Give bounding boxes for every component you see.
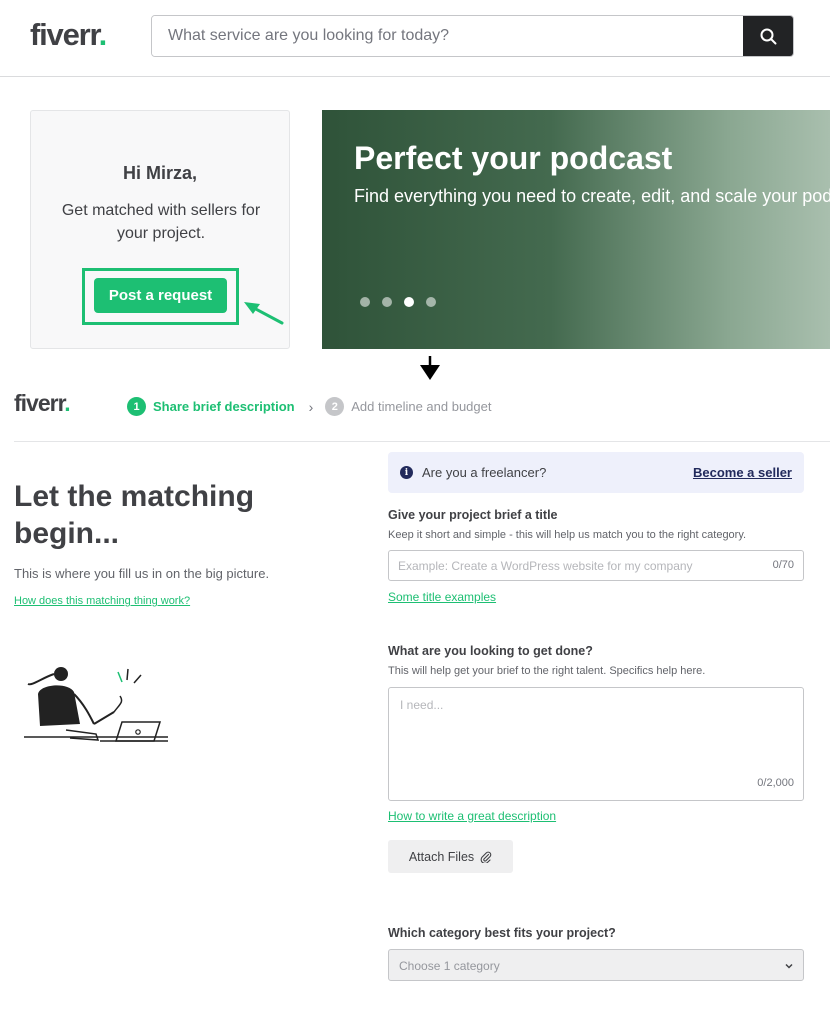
banner-title: Perfect your podcast [354, 140, 673, 176]
step-number: 1 [127, 397, 146, 416]
description-guide-link[interactable]: How to write a great description [388, 809, 556, 823]
progress-steps: 1 Share brief description › 2 Add timeli… [127, 397, 491, 416]
carousel-dot-active[interactable] [404, 297, 414, 307]
carousel-dot[interactable] [382, 297, 392, 307]
freelancer-question: Are you a freelancer? [422, 465, 547, 480]
title-examples-link[interactable]: Some title examples [388, 590, 496, 604]
search-bar [151, 15, 794, 57]
how-matching-works-link[interactable]: How does this matching thing work? [14, 595, 190, 607]
description-field-help: This will help get your brief to the rig… [388, 665, 706, 677]
paperclip-icon [480, 851, 492, 863]
down-arrow-icon [420, 356, 440, 380]
fiverr-logo-small[interactable]: fiverr. [14, 390, 71, 417]
promo-banner[interactable]: Perfect your podcast Find everything you… [322, 110, 830, 349]
category-select[interactable]: Choose 1 category [388, 949, 804, 981]
carousel-dot[interactable] [426, 297, 436, 307]
search-icon [760, 28, 776, 44]
become-seller-link[interactable]: Become a seller [693, 465, 792, 480]
description-char-counter: 0/2,000 [757, 777, 794, 789]
title-field: 0/70 [388, 550, 804, 581]
description-field-label: What are you looking to get done? [388, 644, 593, 658]
pointer-arrow-icon [244, 302, 284, 325]
divider [14, 441, 830, 442]
category-select-value: Choose 1 category [399, 959, 500, 973]
welcome-greeting: Hi Mirza, [122, 163, 197, 183]
step-label[interactable]: Add timeline and budget [351, 399, 491, 414]
carousel-dots [360, 297, 436, 307]
intro-text: This is where you fill us in on the big … [14, 566, 270, 581]
person-laptop-illustration [24, 667, 168, 742]
freelancer-banner: i Are you a freelancer? Become a seller [388, 452, 804, 493]
attach-files-label: Attach Files [408, 849, 475, 864]
chevron-down-icon [785, 963, 793, 969]
banner-subtitle: Find everything you need to create, edit… [354, 186, 830, 206]
step-label-active[interactable]: Share brief description [153, 399, 295, 414]
post-request-button[interactable]: Post a request [94, 278, 227, 313]
page-title: Let the matching begin... [14, 480, 255, 550]
fiverr-logo[interactable]: fiverr. [30, 17, 107, 53]
info-icon: i [400, 466, 413, 479]
title-char-counter: 0/70 [772, 559, 794, 571]
title-field-help: Keep it short and simple - this will hel… [388, 529, 747, 541]
search-button[interactable] [743, 16, 793, 56]
carousel-dot[interactable] [360, 297, 370, 307]
attach-files-button[interactable]: Attach Files [388, 840, 513, 873]
welcome-message: Get matched with sellers for your projec… [61, 202, 261, 242]
chevron-right-icon: › [308, 398, 314, 415]
description-textarea[interactable] [389, 688, 803, 773]
category-field-label: Which category best fits your project? [388, 926, 616, 940]
title-input[interactable] [389, 551, 749, 580]
title-field-label: Give your project brief a title [388, 508, 558, 522]
step-number: 2 [325, 397, 345, 416]
search-input[interactable] [152, 16, 743, 56]
description-field: 0/2,000 [388, 687, 804, 801]
top-header: fiverr. [0, 0, 830, 77]
